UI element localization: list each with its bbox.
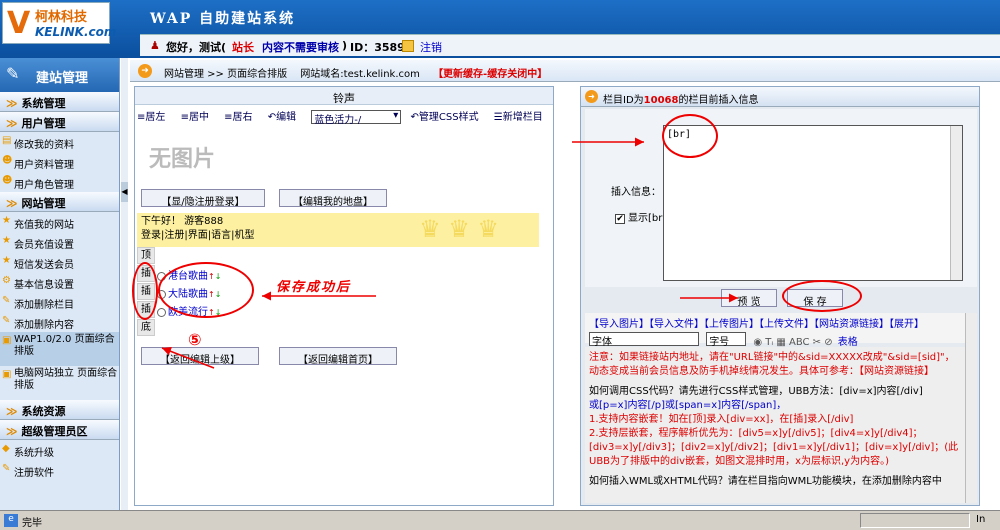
annotation-arrows <box>161 137 738 369</box>
status-text: 完毕 <box>22 518 42 529</box>
zone-label: In <box>976 514 986 525</box>
arrow-step5 <box>161 347 215 369</box>
browser-icon: e <box>4 514 18 527</box>
status-cell <box>860 513 970 528</box>
status-bar: e 完毕 In <box>0 510 1000 530</box>
